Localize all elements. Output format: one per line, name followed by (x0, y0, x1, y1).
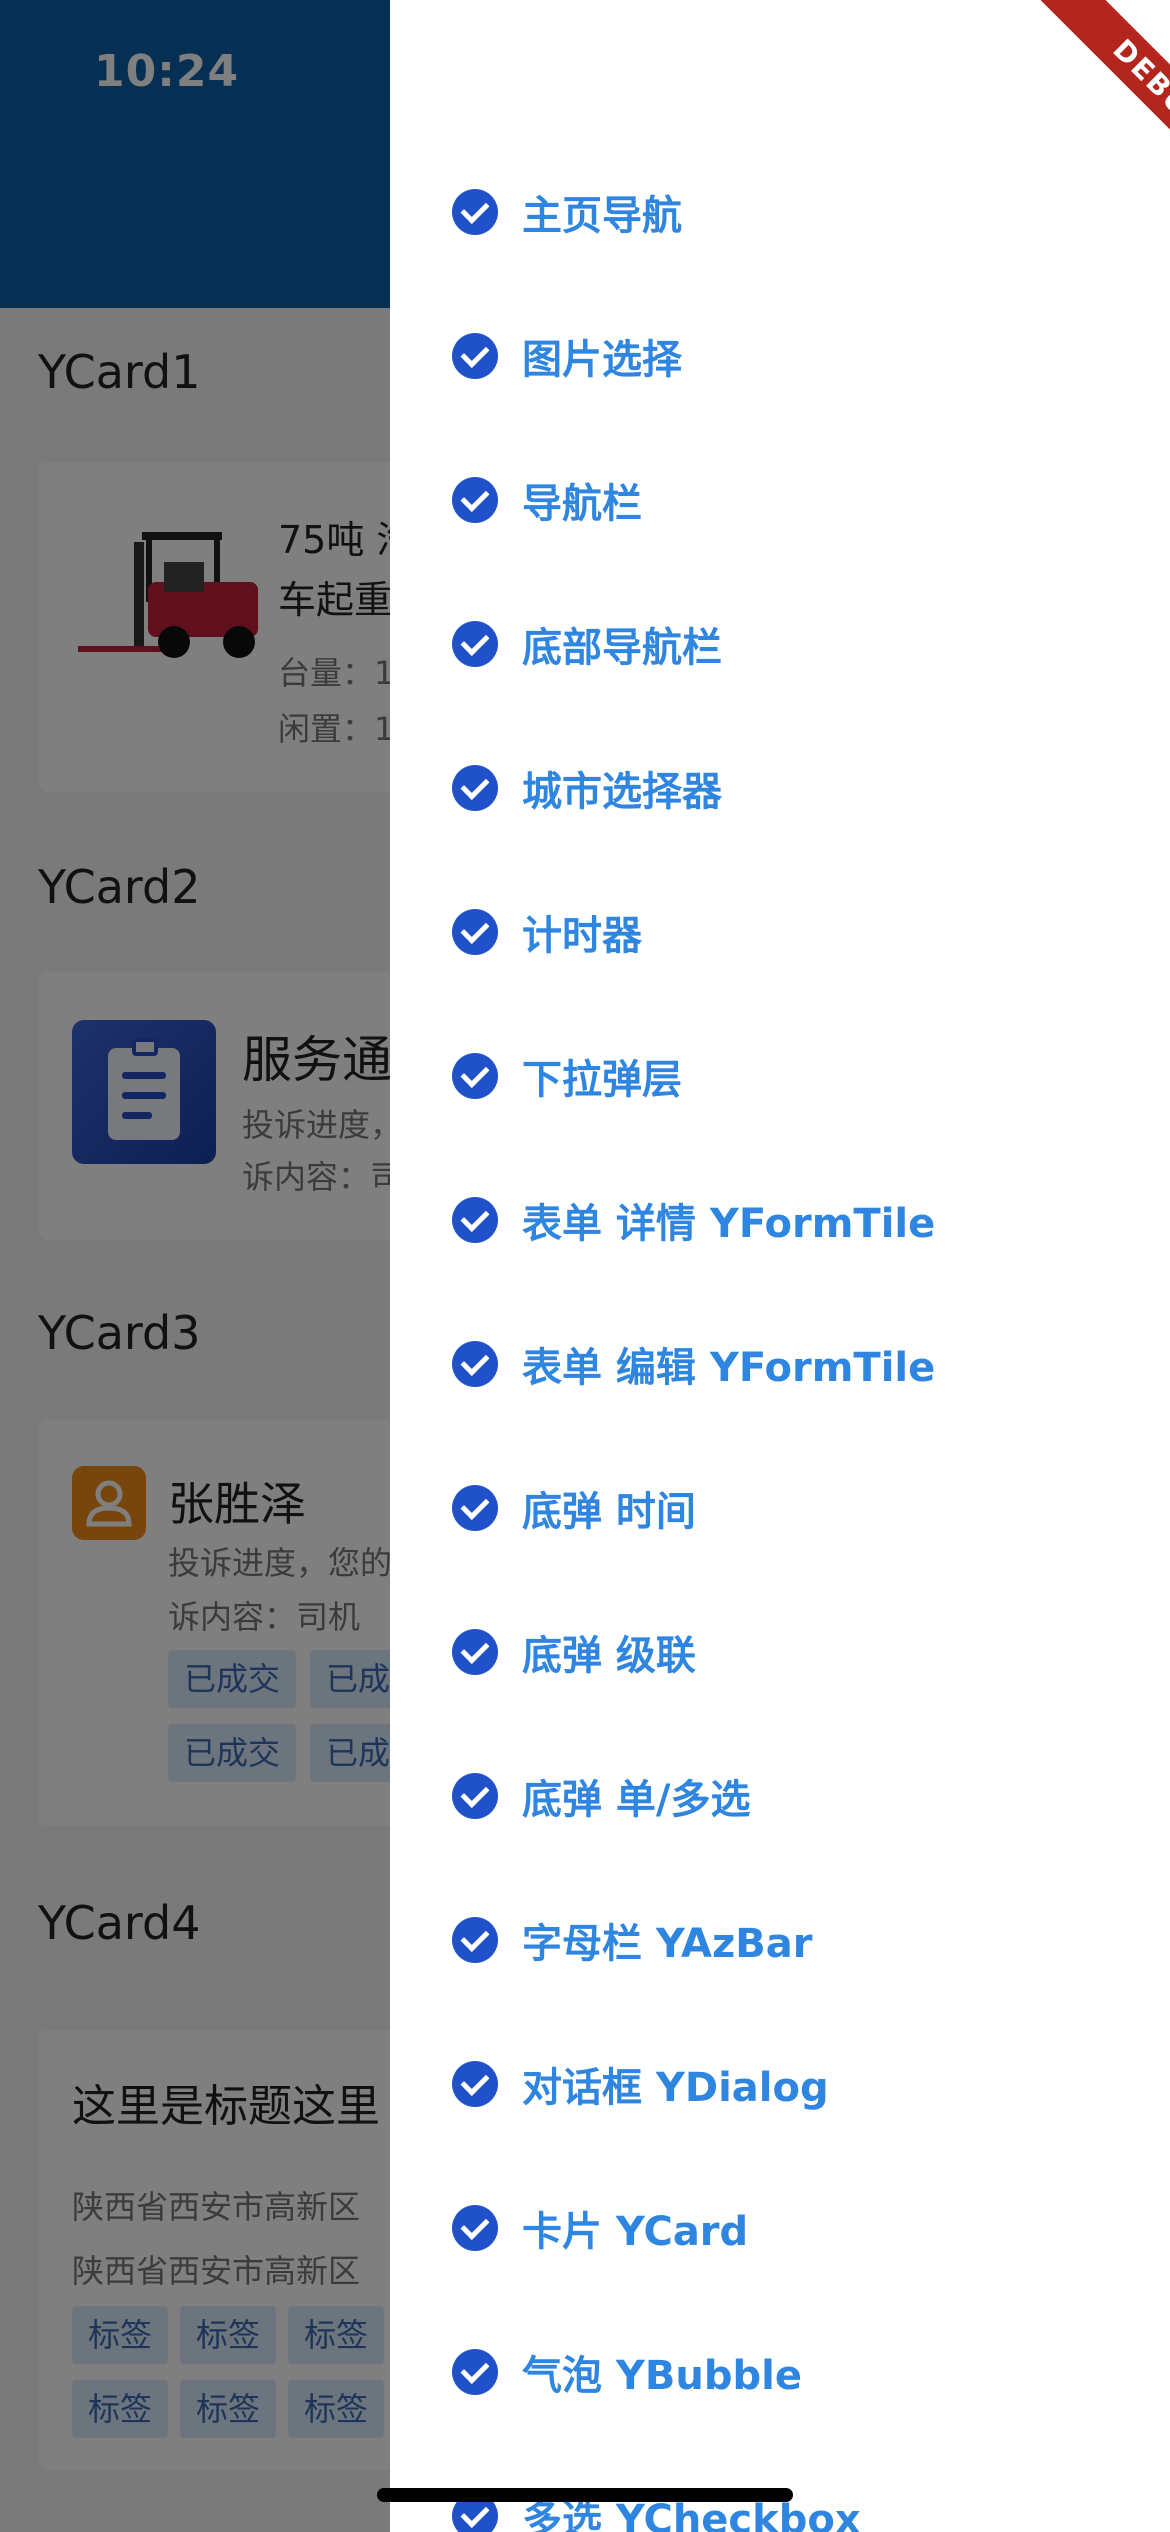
check-circle-icon (452, 1485, 498, 1531)
drawer-item-sheet-time[interactable]: 底弹 时间 (452, 1468, 696, 1548)
drawer-item-sheet-select[interactable]: 底弹 单/多选 (452, 1756, 751, 1836)
drawer-item-timer[interactable]: 计时器 (452, 892, 642, 972)
check-circle-icon (452, 1341, 498, 1387)
drawer-item-label: 底部导航栏 (522, 625, 722, 671)
check-circle-icon (452, 1197, 498, 1243)
check-circle-icon (452, 1773, 498, 1819)
drawer-item-label: 城市选择器 (522, 769, 722, 815)
check-circle-icon (452, 477, 498, 523)
drawer-item-label: 气泡 YBubble (522, 2353, 802, 2399)
drawer-item-label: 计时器 (522, 913, 642, 959)
drawer-item-label: 表单 详情 YFormTile (522, 1201, 936, 1247)
home-indicator[interactable] (377, 2488, 793, 2502)
check-circle-icon (452, 1917, 498, 1963)
check-circle-icon (452, 765, 498, 811)
drawer-item-form-edit[interactable]: 表单 编辑 YFormTile (452, 1324, 935, 1404)
drawer-item-label: 导航栏 (522, 481, 642, 527)
check-circle-icon (452, 2061, 498, 2107)
navigation-drawer: 主页导航 图片选择 导航栏 底部导航栏 城市选择器 计时器 下拉弹层 表单 详情… (390, 0, 1170, 2532)
drawer-item-label: 底弹 单/多选 (522, 1777, 751, 1823)
drawer-item-sheet-cascade[interactable]: 底弹 级联 (452, 1612, 696, 1692)
check-circle-icon (452, 2349, 498, 2395)
drawer-item-label: 主页导航 (522, 193, 682, 239)
drawer-item-dialog[interactable]: 对话框 YDialog (452, 2044, 829, 2124)
check-circle-icon (452, 621, 498, 667)
drawer-item-form-detail[interactable]: 表单 详情 YFormTile (452, 1180, 935, 1260)
drawer-item-label: 对话框 YDialog (522, 2065, 829, 2111)
check-circle-icon (452, 1629, 498, 1675)
drawer-item-label: 图片选择 (522, 337, 682, 383)
drawer-item-image-picker[interactable]: 图片选择 (452, 316, 682, 396)
drawer-item-navbar[interactable]: 导航栏 (452, 460, 642, 540)
drawer-item-home-nav[interactable]: 主页导航 (452, 172, 682, 252)
drawer-item-label: 下拉弹层 (522, 1057, 682, 1103)
check-circle-icon (452, 333, 498, 379)
drawer-item-city-picker[interactable]: 城市选择器 (452, 748, 722, 828)
drawer-item-card[interactable]: 卡片 YCard (452, 2188, 748, 2268)
drawer-item-azbar[interactable]: 字母栏 YAzBar (452, 1900, 813, 1980)
check-circle-icon (452, 189, 498, 235)
drawer-item-label: 字母栏 YAzBar (522, 1921, 813, 1967)
drawer-item-label: 底弹 级联 (522, 1633, 696, 1679)
drawer-item-label: 底弹 时间 (522, 1489, 696, 1535)
status-indicator-pill (1046, 62, 1102, 80)
drawer-item-checkbox[interactable]: 多选 YCheckbox (452, 2476, 861, 2532)
check-circle-icon (452, 2205, 498, 2251)
drawer-item-label: 卡片 YCard (522, 2209, 749, 2255)
drawer-item-bottom-navbar[interactable]: 底部导航栏 (452, 604, 722, 684)
drawer-item-dropdown-layer[interactable]: 下拉弹层 (452, 1036, 682, 1116)
check-circle-icon (452, 909, 498, 955)
check-circle-icon (452, 1053, 498, 1099)
drawer-item-bubble[interactable]: 气泡 YBubble (452, 2332, 802, 2412)
drawer-item-label: 表单 编辑 YFormTile (522, 1345, 936, 1391)
